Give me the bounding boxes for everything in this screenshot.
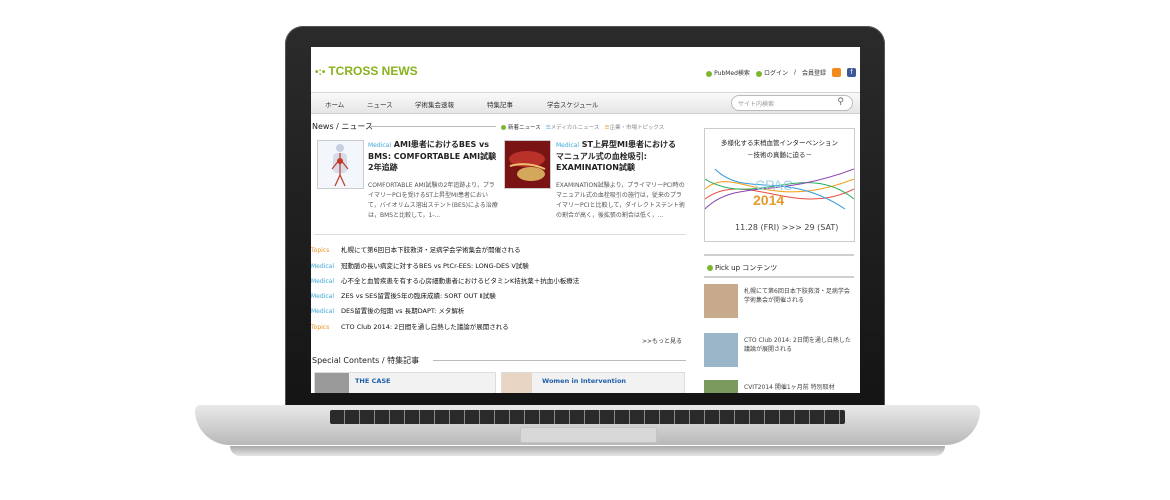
cpac-banner[interactable]: 多様化する末梢血管インターベンション －技術の真髄に迫る－ CPAC 2014 … [704,128,855,242]
pickup-check-icon [707,265,713,271]
featured-2-summary: EXAMINATION試験より，プライマリーPCI時のマニュアル式の血栓吸引の施… [556,182,685,219]
search-placeholder: サイト内検索 [738,101,775,108]
news-list-category: Medical [311,263,334,270]
tab-latest[interactable]: 新着ニュース [501,123,541,131]
news-list-item[interactable]: Medical 心不全と血管疾患を有する心房細動患者におけるビタミンK拮抗薬＋抗血… [311,275,579,285]
search-icon[interactable]: ⚲ [837,97,844,107]
news-list-category: Medical [311,278,334,285]
tab-latest-label: 新着ニュース [508,125,541,131]
thrombus-image-icon [505,141,550,188]
tab-medical-label: メディカルニュース [550,125,600,131]
rss-icon[interactable] [832,68,841,77]
banner-line1: 多様化する末梢血管インターベンション [721,139,838,147]
news-tabs: 新着ニュース ☰メディカルニュース ☰企業・市場トピックス [501,123,664,131]
news-list-category: Medical [311,308,334,315]
news-list-item[interactable]: Medical ZES vs SES留置後5年の臨床成績: SORT OUT Ⅱ試… [311,290,496,300]
logo-text: TCROSS NEWS [328,64,418,78]
news-heading: News / ニュース [312,122,373,131]
news-list-item[interactable]: Medical DES留置後の短期 vs 長期DAPT: メタ解析 [311,305,464,315]
laptop-trackpad [520,427,657,443]
pickup-top-rule [704,254,854,256]
login-link[interactable]: ログイン [755,68,788,77]
news-list-category: Topics [311,247,330,254]
banner-line2: －技術の真髄に迫る－ [747,151,812,159]
laptop-keyboard [330,410,845,424]
tab-market[interactable]: ☰企業・市場トピックス [605,123,665,131]
pubmed-dot-icon [706,70,713,77]
news-list-category: Medical [311,293,334,300]
logo-dots-icon: •:• [315,67,326,78]
news-list-title: 冠動脈の長い病変に対するBES vs PtCr-EES: LONG-DES V試… [341,262,529,270]
register-link[interactable]: 会員登録 [802,68,826,77]
women-card-label: Women in Intervention [542,377,627,385]
news-list-title: 心不全と血管疾患を有する心房細動患者におけるビタミンK拮抗薬＋抗血小板療法 [341,277,580,285]
pickup-3-image[interactable] [704,380,738,393]
login-dot-icon [755,70,762,77]
pickup-heading: Pick up コンテンツ [707,263,777,273]
nav-home[interactable]: ホーム [325,99,344,109]
news-list-title: 札幌にて第6回日本下肢救済・足病学会学術集会が開催される [341,246,521,254]
news-list-item[interactable]: Topics CTO Club 2014: 2日間を通し白熱した議論が展開される [311,321,509,331]
top-links: PubMed検索 ログイン / 会員登録 f [706,68,856,77]
the-case-label: THE CASE [355,377,391,385]
women-card-image [502,373,532,393]
pickup-1-title[interactable]: 札幌にて第6回日本下肢救済・足病学会学術集会が開催される [744,287,854,305]
latest-dot-icon [501,125,506,130]
the-case-image [315,373,349,393]
pickup-3-title[interactable]: CVIT2014 開催1ヶ月前 特別取材 [744,383,854,392]
featured-2-category: Medical [556,142,579,149]
news-heading-rule [371,126,496,127]
special-card-women-in-intervention[interactable]: Women in Intervention [501,372,685,393]
more-news-link[interactable]: >>もっと見る [642,336,682,345]
pickup-bottom-rule [704,276,854,278]
pickup-2-image[interactable] [704,333,738,367]
link-separator: / [793,69,796,76]
site-logo[interactable]: •:• TCROSS NEWS [315,64,418,78]
featured-1-category: Medical [368,142,391,149]
banner-brand1: CPAC [755,177,793,193]
special-heading-rule [433,360,686,361]
facebook-icon[interactable]: f [847,68,856,77]
news-list-title: ZES vs SES留置後5年の臨床成績: SORT OUT Ⅱ試験 [341,292,496,300]
tab-market-label: 企業・市場トピックス [609,125,665,131]
pickup-2-title[interactable]: CTO Club 2014: 2日間を通し白熱した議論が展開される [744,336,854,354]
nav-schedule[interactable]: 学会スケジュール [547,99,599,109]
nav-conference-reports[interactable]: 学術集会速報 [415,99,454,109]
pickup-1-image[interactable] [704,284,738,318]
featured-2-title[interactable]: Medical ST上昇型MI患者におけるマニュアル式の血栓吸引: EXAMIN… [556,139,681,173]
website-screen: •:• TCROSS NEWS PubMed検索 ログイン / 会員登録 f ホー… [311,47,860,393]
pubmed-link[interactable]: PubMed検索 [706,68,750,77]
tab-medical[interactable]: ☰メディカルニュース [546,123,600,131]
special-card-the-case[interactable]: THE CASE [314,372,496,393]
laptop-foot [230,446,945,456]
news-list-title: CTO Club 2014: 2日間を通し白熱した議論が展開される [341,323,509,331]
news-list-title: DES留置後の短期 vs 長期DAPT: メタ解析 [341,307,465,315]
news-divider [314,234,686,235]
site-search-input[interactable]: サイト内検索 ⚲ [731,95,853,111]
nav-news[interactable]: ニュース [367,99,393,109]
featured-2-image[interactable] [504,140,551,189]
news-list-item[interactable]: Topics 札幌にて第6回日本下肢救済・足病学会学術集会が開催される [311,244,521,254]
featured-1-image[interactable] [317,140,364,189]
pubmed-label: PubMed検索 [714,70,750,77]
featured-1-summary: COMFORTABLE AMI試験の2年追跡より，プライマリーPCIを受けるST… [368,182,498,219]
banner-brand2: 2014 [753,192,785,208]
login-label: ログイン [763,70,788,77]
anatomy-illustration-icon [331,144,349,187]
nav-features[interactable]: 特集記事 [487,99,513,109]
news-list-category: Topics [311,324,330,331]
banner-dates: 11.28 (FRI) >>> 29 (SAT) [735,223,839,232]
featured-1-title[interactable]: Medical AMI患者におけるBES vs BMS: COMFORTABLE… [368,139,498,173]
special-heading: Special Contents / 特集記事 [312,356,420,365]
news-list-item[interactable]: Medical 冠動脈の長い病変に対するBES vs PtCr-EES: LONG… [311,260,529,270]
pickup-heading-text: Pick up コンテンツ [715,264,778,272]
